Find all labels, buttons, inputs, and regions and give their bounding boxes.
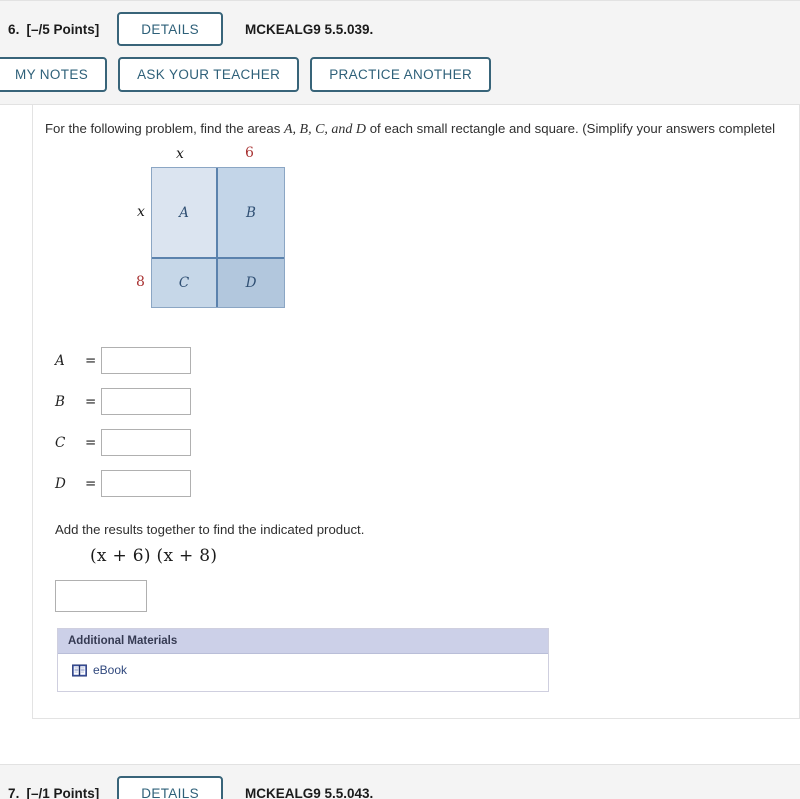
answer-input-b[interactable] bbox=[101, 388, 191, 416]
answer-input-c[interactable] bbox=[101, 429, 191, 457]
area-cell-d: D bbox=[216, 257, 284, 308]
area-cell-a: A bbox=[152, 168, 216, 258]
problem-7-header: 7. [–/1 Points] DETAILS MCKEALG9 5.5.043… bbox=[0, 764, 800, 799]
figure-left-top-label: x bbox=[137, 204, 145, 221]
problem-7-details-button[interactable]: DETAILS bbox=[117, 776, 223, 799]
answer-equals-a: = bbox=[85, 352, 97, 369]
problem-6-prompt: For the following problem, find the area… bbox=[45, 119, 799, 140]
answer-row-a: A = bbox=[55, 340, 799, 381]
answer-input-d[interactable] bbox=[101, 470, 191, 498]
figure-top-right-label: 6 bbox=[245, 145, 254, 162]
answer-label-b: B bbox=[55, 393, 65, 410]
area-model-grid: A B C D bbox=[151, 167, 285, 309]
area-cell-b-label: B bbox=[246, 204, 256, 221]
problem-6-my-notes-button[interactable]: MY NOTES bbox=[0, 57, 108, 92]
problem-6-number: 6. bbox=[8, 21, 20, 37]
problem-6-header-row: 6. [–/5 Points] DETAILS MCKEALG9 5.5.039… bbox=[0, 11, 800, 47]
answer-row-b: B = bbox=[55, 381, 799, 422]
problem-7-code: MCKEALG9 5.5.043. bbox=[244, 785, 374, 799]
problem-6-code: MCKEALG9 5.5.039. bbox=[244, 21, 374, 37]
product-answer-row bbox=[55, 580, 799, 613]
problem-7-points: [–/1 Points] bbox=[26, 785, 100, 799]
answer-label-c: C bbox=[55, 434, 66, 451]
answer-input-a[interactable] bbox=[101, 347, 191, 375]
prompt-text-before: For the following problem, find the area… bbox=[45, 121, 284, 136]
problem-6-expression: (x + 6) (x + 8) bbox=[90, 546, 218, 567]
area-cell-d-label: D bbox=[245, 275, 257, 292]
panel-bottom-spacer bbox=[45, 692, 799, 718]
ebook-link[interactable]: eBook bbox=[93, 663, 127, 677]
problem-6-details-button[interactable]: DETAILS bbox=[117, 12, 223, 46]
problem-6-subprompt: Add the results together to find the ind… bbox=[55, 522, 365, 538]
additional-materials-list: eBook bbox=[58, 654, 548, 692]
figure-top-left-label: x bbox=[176, 146, 184, 163]
prompt-text-after: of each small rectangle and square. (Sim… bbox=[366, 121, 776, 136]
problem-separator-gap bbox=[0, 719, 800, 765]
problem-7-number: 7. bbox=[8, 785, 20, 799]
figure-left-bottom-label: 8 bbox=[136, 274, 145, 291]
additional-materials-title: Additional Materials bbox=[58, 629, 548, 655]
area-cell-a-label: A bbox=[179, 204, 189, 221]
answer-row-d: D = bbox=[55, 463, 799, 504]
problem-6-points: [–/5 Points] bbox=[26, 21, 100, 37]
area-cell-c: C bbox=[152, 257, 216, 308]
problem-6-header: 6. [–/5 Points] DETAILS MCKEALG9 5.5.039… bbox=[0, 0, 800, 105]
answer-fields: A = B = C = D = bbox=[55, 340, 799, 504]
answer-equals-d: = bbox=[85, 475, 97, 492]
problem-6-body: For the following problem, find the area… bbox=[32, 105, 800, 720]
book-icon bbox=[72, 664, 87, 677]
answer-equals-b: = bbox=[85, 393, 97, 410]
area-cell-c-label: C bbox=[178, 275, 190, 292]
answer-row-c: C = bbox=[55, 422, 799, 463]
answer-label-d: D bbox=[55, 475, 66, 492]
answer-equals-c: = bbox=[85, 434, 97, 451]
answer-label-a: A bbox=[55, 352, 65, 369]
problem-6-action-buttons: MY NOTES ASK YOUR TEACHER PRACTICE ANOTH… bbox=[0, 57, 800, 92]
area-cell-b: B bbox=[216, 168, 284, 258]
problem-6-ask-your-teacher-button[interactable]: ASK YOUR TEACHER bbox=[118, 57, 300, 92]
product-answer-input[interactable] bbox=[55, 580, 147, 613]
problem-7-header-row: 7. [–/1 Points] DETAILS MCKEALG9 5.5.043… bbox=[0, 775, 800, 799]
assignment-page: 6. [–/5 Points] DETAILS MCKEALG9 5.5.039… bbox=[0, 0, 800, 799]
prompt-variables: A, B, C, and D bbox=[283, 122, 367, 137]
area-model-figure: x 6 x 8 A B C D bbox=[123, 145, 423, 326]
problem-6-practice-another-button[interactable]: PRACTICE ANOTHER bbox=[310, 57, 492, 92]
additional-materials-panel: Additional Materials eBook bbox=[57, 628, 549, 693]
